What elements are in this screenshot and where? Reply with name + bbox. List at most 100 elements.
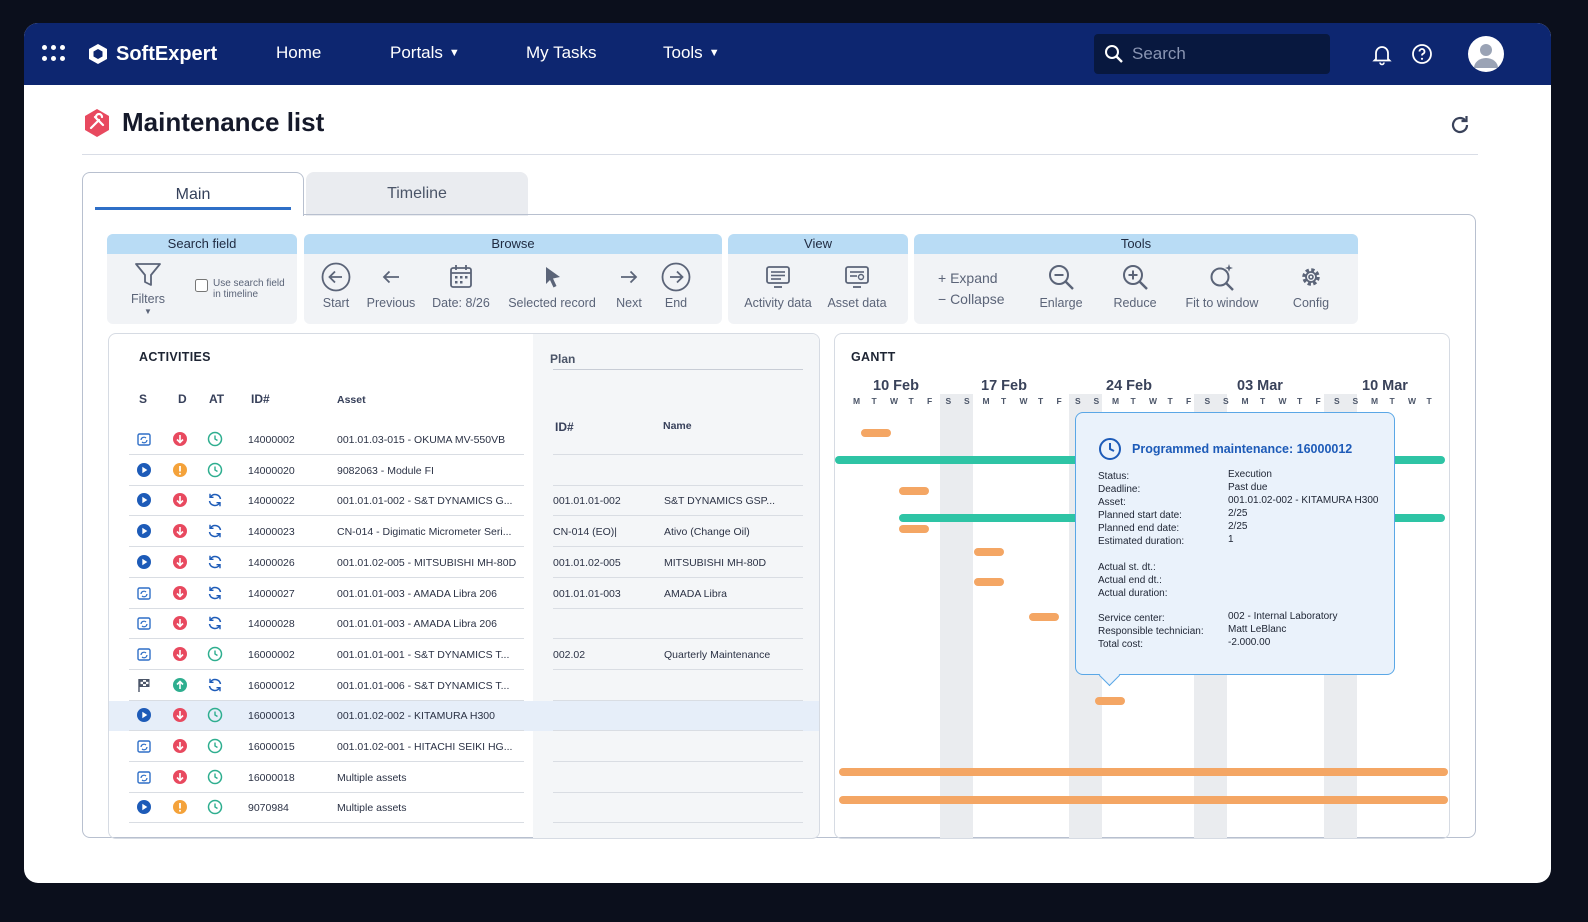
use-search-in-timeline-option[interactable]: Use search field in timeline xyxy=(195,278,285,300)
gantt-week-label: 24 Feb xyxy=(1106,378,1152,394)
fit-to-window-button[interactable]: Fit to window xyxy=(1180,262,1264,310)
table-row[interactable]: 14000028 001.01.01-003 - AMADA Libra 206 xyxy=(109,609,819,640)
arrow-down-icon xyxy=(172,615,188,631)
table-row[interactable]: 16000013 001.01.02-002 - KITAMURA H300 xyxy=(109,701,819,732)
app-window: SoftExpert Home Portals ▼ My Tasks Tools ▼… xyxy=(24,23,1551,883)
help-icon[interactable] xyxy=(1410,42,1434,66)
table-row[interactable]: 14000002 001.01.03-015 - OKUMA MV-550VB xyxy=(109,425,819,455)
arrow-left-icon xyxy=(382,270,399,284)
play-icon[interactable] xyxy=(136,554,152,570)
table-row[interactable]: 16000018 Multiple assets xyxy=(109,763,819,793)
play-icon[interactable] xyxy=(136,492,152,508)
warning-icon xyxy=(172,462,188,478)
tab-timeline[interactable]: Timeline xyxy=(306,172,528,216)
table-row[interactable]: 14000023 CN-014 - Digimatic Micrometer Se… xyxy=(109,517,819,548)
column-header-s[interactable]: S xyxy=(139,392,147,406)
brand-logo[interactable]: SoftExpert xyxy=(86,41,217,67)
row-plan-name: Ativo (Change Oil) xyxy=(664,526,750,539)
collapse-button[interactable]: − Collapse xyxy=(938,291,1005,307)
tooltip-field-label: Responsible technician: xyxy=(1098,626,1204,637)
arrow-down-icon xyxy=(172,738,188,754)
nav-my-tasks[interactable]: My Tasks xyxy=(526,43,597,63)
config-button[interactable]: Config xyxy=(1284,262,1338,310)
gantt-day-letter: S xyxy=(1204,396,1211,406)
filter-icon xyxy=(135,263,161,286)
search-input[interactable] xyxy=(1132,44,1312,64)
nav-home[interactable]: Home xyxy=(276,43,321,63)
calendar-repeat-icon[interactable] xyxy=(136,585,152,601)
toolbar-group-title: Search field xyxy=(107,234,297,254)
play-icon[interactable] xyxy=(136,462,152,478)
table-row[interactable]: 16000012 001.01.01-006 - S&T DYNAMICS T..… xyxy=(109,671,819,701)
next-button[interactable]: Next xyxy=(608,262,650,310)
row-id: 16000015 xyxy=(248,741,295,753)
row-id: 16000002 xyxy=(248,648,295,661)
previous-button[interactable]: Previous xyxy=(362,262,420,310)
table-row[interactable]: 14000022 001.01.01-002 - S&T DYNAMICS G..… xyxy=(109,486,819,517)
enlarge-button[interactable]: Enlarge xyxy=(1036,262,1086,310)
arrow-up-icon xyxy=(172,677,188,693)
checkered-flag-icon[interactable] xyxy=(136,677,152,693)
column-header-d[interactable]: D xyxy=(178,392,187,406)
column-header-asset[interactable]: Asset xyxy=(337,394,366,406)
apps-grid-icon[interactable] xyxy=(42,45,66,63)
calendar-repeat-icon[interactable] xyxy=(136,615,152,631)
table-row[interactable]: 14000027 001.01.01-003 - AMADA Libra 206 0… xyxy=(109,579,819,609)
date-button[interactable]: Date: 8/26 xyxy=(428,262,494,310)
gantt-bar[interactable] xyxy=(899,487,929,495)
calendar-repeat-icon[interactable] xyxy=(136,646,152,662)
tab-main[interactable]: Main xyxy=(82,172,304,216)
start-button[interactable]: Start xyxy=(314,262,358,310)
selected-record-button[interactable]: Selected record xyxy=(504,262,600,310)
table-row[interactable]: 9070984 Multiple assets xyxy=(109,793,819,824)
gantt-bar[interactable] xyxy=(1029,613,1059,621)
filters-button[interactable]: Filters ▼ xyxy=(123,262,173,316)
arrow-down-icon xyxy=(172,431,188,447)
reduce-button[interactable]: Reduce xyxy=(1110,262,1160,310)
search-box[interactable] xyxy=(1094,34,1330,74)
column-header-at[interactable]: AT xyxy=(209,392,224,406)
play-icon[interactable] xyxy=(136,523,152,539)
calendar-repeat-icon[interactable] xyxy=(136,738,152,754)
fit-to-window-label: Fit to window xyxy=(1185,296,1259,310)
next-label: Next xyxy=(616,296,642,310)
nav-tools[interactable]: Tools ▼ xyxy=(663,43,720,63)
activity-data-button[interactable]: Activity data xyxy=(740,262,816,310)
date-label: Date: 8/26 xyxy=(432,296,490,310)
nav-portals[interactable]: Portals ▼ xyxy=(390,43,460,63)
row-divider xyxy=(129,822,524,824)
gantt-bar[interactable] xyxy=(839,768,1448,776)
user-avatar[interactable] xyxy=(1468,36,1504,72)
row-plan-id: 001.01.01-002 xyxy=(553,495,621,508)
clock-icon xyxy=(1099,438,1121,460)
arrow-right-icon xyxy=(621,270,638,284)
gantt-bar[interactable] xyxy=(1095,697,1125,705)
asset-data-icon xyxy=(845,266,869,288)
column-header-id[interactable]: ID# xyxy=(251,392,270,406)
arrow-down-icon xyxy=(172,585,188,601)
gantt-bar[interactable] xyxy=(974,578,1004,586)
table-row[interactable]: 16000015 001.01.02-001 - HITACHI SEIKI HG… xyxy=(109,732,819,762)
table-row[interactable]: 16000002 001.01.01-001 - S&T DYNAMICS T..… xyxy=(109,640,819,670)
bell-icon[interactable] xyxy=(1370,42,1394,66)
play-icon[interactable] xyxy=(136,799,152,815)
refresh-icon[interactable] xyxy=(1448,113,1472,137)
calendar-repeat-icon[interactable] xyxy=(136,431,152,447)
gantt-bar[interactable] xyxy=(839,796,1448,804)
play-icon[interactable] xyxy=(136,707,152,723)
use-search-in-timeline-checkbox[interactable] xyxy=(195,279,208,292)
user-icon xyxy=(1474,44,1498,68)
expand-button[interactable]: + Expand xyxy=(938,270,998,286)
gantt-bar[interactable] xyxy=(861,429,891,437)
gantt-bar[interactable] xyxy=(899,525,929,533)
table-row[interactable]: 14000026 001.01.02-005 - MITSUBISHI MH-80… xyxy=(109,548,819,578)
table-row[interactable]: 14000020 9082063 - Module FI xyxy=(109,456,819,486)
row-id: 16000013 xyxy=(248,710,295,723)
end-button[interactable]: End xyxy=(656,262,696,310)
row-id: 14000022 xyxy=(248,495,295,508)
gantt-week-label: 17 Feb xyxy=(981,378,1027,394)
gantt-bar[interactable] xyxy=(974,548,1004,556)
tooltip-field-label: Actual duration: xyxy=(1098,588,1168,599)
asset-data-button[interactable]: Asset data xyxy=(824,262,890,310)
calendar-repeat-icon[interactable] xyxy=(136,769,152,785)
